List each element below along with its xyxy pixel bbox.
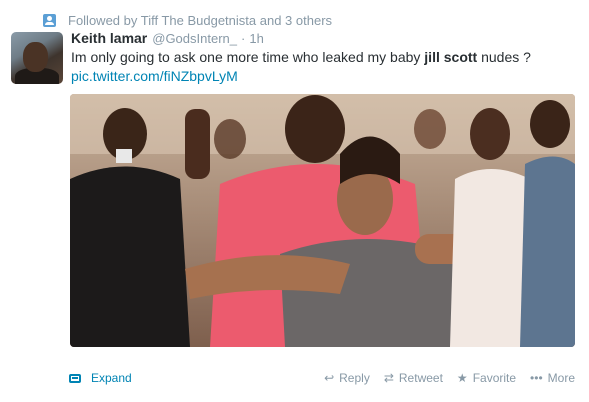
star-icon: ★ (456, 371, 468, 385)
favorite-label: Favorite (472, 371, 517, 385)
more-button[interactable]: ••• More (530, 371, 575, 385)
tweet-text-start: Im only going to ask one more time who l… (71, 49, 425, 65)
tweet-header: Keith lamar @GodsIntern_ · 1h (71, 30, 264, 46)
media-link[interactable]: pic.twitter.com/fiNZbpvLyM (71, 68, 238, 84)
avatar[interactable] (11, 32, 63, 84)
retweet-button[interactable]: ⇄ Retweet (384, 371, 443, 385)
tweet-actions: ↩ Reply ⇄ Retweet ★ Favorite ••• More (310, 369, 575, 387)
tweet-card: Followed by Tiff The Budgetnista and 3 o… (0, 0, 589, 402)
social-context: Followed by Tiff The Budgetnista and 3 o… (43, 11, 332, 29)
tweet-text-end: nudes ? (477, 49, 531, 65)
tweet-text-bold: jill scott (424, 49, 478, 65)
expand-label: Expand (91, 371, 132, 385)
reply-label: Reply (339, 371, 370, 385)
favorite-button[interactable]: ★ Favorite (457, 371, 516, 385)
social-context-text[interactable]: Followed by Tiff The Budgetnista and 3 o… (68, 13, 332, 28)
separator-dot: · (241, 31, 246, 46)
retweet-label: Retweet (398, 371, 443, 385)
more-dots-icon: ••• (530, 371, 543, 385)
timestamp[interactable]: 1h (249, 31, 263, 46)
tweet-photo[interactable] (70, 94, 575, 347)
photo-crowd-illustration (70, 94, 575, 347)
expand-icon (69, 373, 81, 383)
reply-icon: ↩ (324, 371, 335, 385)
expand-link[interactable]: Expand (69, 369, 132, 387)
reply-button[interactable]: ↩ Reply (324, 371, 370, 385)
retweet-icon: ⇄ (383, 371, 394, 385)
person-icon (43, 13, 56, 27)
avatar-head-shape (23, 42, 48, 72)
tweet-text: Im only going to ask one more time who l… (71, 49, 531, 65)
more-label: More (547, 371, 575, 385)
author-handle[interactable]: @GodsIntern_ (152, 31, 237, 46)
author-name[interactable]: Keith lamar (71, 30, 147, 46)
